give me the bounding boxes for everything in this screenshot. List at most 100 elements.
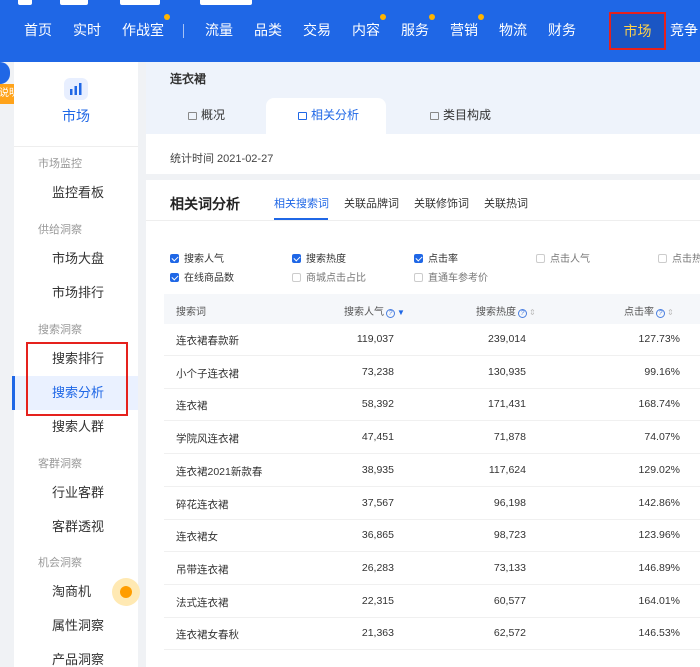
- tab-related-analysis[interactable]: 相关分析: [266, 98, 386, 134]
- cell-heat: 71,878: [493, 431, 526, 444]
- cell-search-word: 连衣裙: [176, 400, 208, 413]
- column-header-popularity[interactable]: 搜索人气? ▼: [344, 303, 405, 318]
- cell-popularity: 36,865: [361, 529, 394, 542]
- table-row[interactable]: 法式连衣裙 22,315 60,577 164.01%: [164, 586, 700, 618]
- nav-item-content[interactable]: 内容: [352, 14, 386, 42]
- cell-popularity: 119,037: [356, 333, 394, 345]
- column-header-ctr[interactable]: 点击率? ⇕: [624, 303, 674, 318]
- tab-icon: [298, 112, 307, 120]
- helper-avatar-icon[interactable]: [0, 62, 10, 84]
- cell-popularity: 21,363: [361, 627, 394, 640]
- sidebar-item-market-overview[interactable]: 市场大盘: [14, 242, 138, 276]
- divider: [146, 220, 700, 221]
- cell-search-word: 连衣裙春款新: [176, 335, 239, 347]
- metric-checkbox-heat[interactable]: 搜索热度: [292, 250, 346, 265]
- nav-item-traffic[interactable]: 流量: [205, 18, 233, 42]
- table-row[interactable]: 连衣裙女春秋 21,363 62,572 146.53%: [164, 618, 700, 651]
- help-icon[interactable]: ?: [518, 309, 527, 318]
- nav-item-home[interactable]: 首页: [24, 18, 52, 42]
- help-icon[interactable]: ?: [656, 309, 665, 318]
- cell-heat: 98,723: [493, 529, 526, 542]
- sidebar-item-monitor-board[interactable]: 监控看板: [14, 176, 138, 210]
- nav-item-warroom[interactable]: 作战室: [122, 14, 170, 42]
- tab-icon: [188, 112, 197, 120]
- metric-checkbox-popularity[interactable]: 搜索人气: [170, 250, 224, 265]
- keyword-title: 连衣裙: [170, 72, 207, 86]
- table-row[interactable]: 连衣裙2021新款春 38,935 117,624 129.02%: [164, 455, 700, 487]
- sidebar-group-label: 搜索洞察: [38, 324, 82, 336]
- nav-item-trade[interactable]: 交易: [303, 18, 331, 42]
- sidebar-item-product-insight[interactable]: 产品洞察: [14, 643, 138, 667]
- nav-item-logistics[interactable]: 物流: [499, 18, 527, 42]
- checkbox-checked-icon: [292, 254, 301, 263]
- checkbox-unchecked-icon: [292, 273, 301, 282]
- cell-ctr: 168.74%: [638, 398, 680, 411]
- metric-checkbox-ztc-price[interactable]: 直通车参考价: [414, 269, 488, 284]
- table-row[interactable]: 学院风连衣裙 47,451 71,878 74.07%: [164, 422, 700, 455]
- table-row[interactable]: 连衣裙 58,392 171,431 168.74%: [164, 389, 700, 422]
- metric-checkbox-ctr[interactable]: 点击率: [414, 250, 458, 265]
- sort-icon[interactable]: ⇕: [667, 308, 674, 317]
- cell-popularity: 22,315: [361, 594, 394, 607]
- cell-popularity: 26,283: [361, 561, 394, 574]
- metric-checkbox-online-items[interactable]: 在线商品数: [170, 269, 234, 284]
- tab-overview[interactable]: 概况: [188, 106, 225, 123]
- sidebar-group-label: 市场监控: [38, 158, 82, 170]
- cell-search-word: 连衣裙2021新款春: [176, 465, 263, 478]
- cell-popularity: 73,238: [361, 365, 394, 378]
- cell-popularity: 37,567: [361, 496, 394, 509]
- sidebar-group-label: 机会洞察: [38, 557, 82, 569]
- cell-ctr: 146.53%: [638, 627, 680, 640]
- floating-assistant-icon[interactable]: [112, 578, 140, 606]
- notification-dot: [478, 14, 484, 20]
- logo-fragment: [0, 0, 260, 6]
- sidebar-title: 市场: [62, 108, 90, 124]
- table-row[interactable]: 吊带连衣裙 26,283 73,133 146.89%: [164, 553, 700, 585]
- sort-icon[interactable]: ⇕: [529, 308, 536, 317]
- nav-item-market[interactable]: 市场: [609, 12, 666, 50]
- sidebar-group-label: 供给洞察: [38, 224, 82, 236]
- cell-ctr: 129.02%: [638, 463, 680, 476]
- column-header-heat[interactable]: 搜索热度? ⇕: [476, 303, 536, 318]
- metric-checkbox-mall-click-share[interactable]: 商城点击占比: [292, 269, 366, 284]
- cell-heat: 239,014: [488, 333, 526, 345]
- metric-checkbox-click-popularity[interactable]: 点击人气: [536, 250, 590, 265]
- subtab-related-search[interactable]: 相关搜索词: [274, 195, 329, 211]
- cell-search-word: 吊带连衣裙: [176, 563, 229, 576]
- sort-desc-icon[interactable]: ▼: [397, 308, 405, 317]
- cell-heat: 62,572: [493, 627, 526, 640]
- sidebar-item-attribute-insight[interactable]: 属性洞察: [14, 609, 138, 643]
- nav-item-marketing[interactable]: 营销: [450, 14, 484, 42]
- tab-category-composition[interactable]: 类目构成: [430, 106, 491, 123]
- metric-checkbox-click-heat[interactable]: 点击热: [658, 250, 700, 265]
- table-row[interactable]: 碎花连衣裙 37,567 96,198 142.86%: [164, 488, 700, 520]
- cell-ctr: 99.16%: [644, 365, 680, 378]
- subtab-modifier-words[interactable]: 关联修饰词: [414, 195, 469, 211]
- nav-item-finance[interactable]: 财务: [548, 18, 576, 42]
- nav-item-competition[interactable]: 竞争: [670, 18, 698, 42]
- nav-item-service[interactable]: 服务: [401, 14, 435, 42]
- help-icon[interactable]: ?: [386, 309, 395, 318]
- cell-heat: 130,935: [488, 365, 526, 378]
- cell-ctr: 142.86%: [638, 496, 680, 509]
- table-row[interactable]: 连衣裙春款新 119,037 239,014 127.73%: [164, 324, 700, 356]
- table-row[interactable]: 小个子连衣裙 73,238 130,935 99.16%: [164, 357, 700, 389]
- subtab-hot-words[interactable]: 关联热词: [484, 195, 528, 211]
- nav-item-category[interactable]: 品类: [254, 18, 282, 42]
- section-title: 相关词分析: [170, 196, 240, 212]
- checkbox-checked-icon: [414, 254, 423, 263]
- cell-heat: 117,624: [488, 463, 526, 476]
- nav-item-realtime[interactable]: 实时: [73, 18, 101, 42]
- sidebar-item-industry-crowd[interactable]: 行业客群: [14, 476, 138, 510]
- sidebar-item-crowd-insight[interactable]: 客群透视: [14, 510, 138, 544]
- table-row[interactable]: 连衣裙女 36,865 98,723 123.96%: [164, 520, 700, 553]
- table-header: 搜索词 搜索人气? ▼ 搜索热度? ⇕ 点击率? ⇕: [164, 294, 700, 324]
- column-header-word: 搜索词: [176, 307, 206, 318]
- cell-ctr: 123.96%: [638, 529, 680, 542]
- top-nav-bar: 首页 实时 作战室 流量 品类 交易 内容 服务 营销 物流 财务 市场 竞争: [0, 0, 700, 62]
- cell-ctr: 127.73%: [638, 333, 680, 345]
- sidebar-item-market-ranking[interactable]: 市场排行: [14, 276, 138, 310]
- subtab-brand-words[interactable]: 关联品牌词: [344, 195, 399, 211]
- notification-dot: [429, 14, 435, 20]
- tab-icon: [430, 112, 439, 120]
